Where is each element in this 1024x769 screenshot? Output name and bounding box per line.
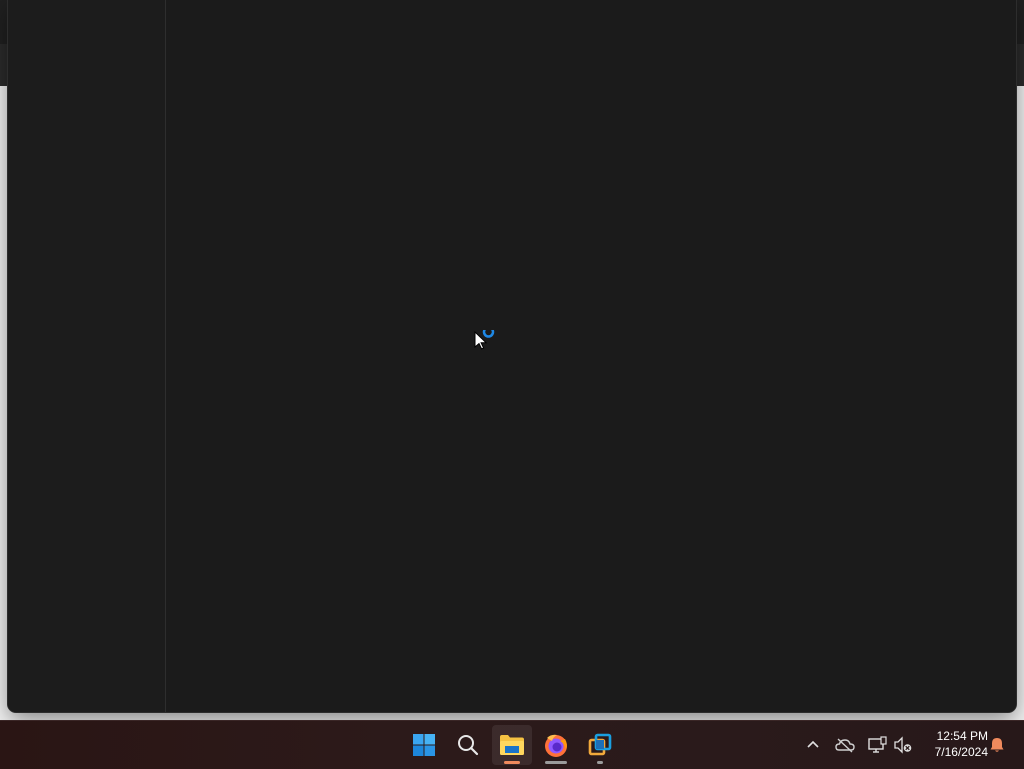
taskbar: 12:54 PM 7/16/2024 <box>0 720 1024 769</box>
virtualbox-icon <box>588 733 612 756</box>
search-icon <box>458 735 479 756</box>
firefox-taskbar-button[interactable] <box>536 725 576 765</box>
open-app-indicator <box>545 761 567 764</box>
file-explorer-window[interactable] <box>8 0 1016 712</box>
network-icon[interactable] <box>865 733 889 757</box>
search-button[interactable] <box>448 725 488 765</box>
content-pane[interactable] <box>166 0 1016 712</box>
firefox-icon <box>545 734 567 757</box>
desktop <box>0 0 1024 720</box>
active-app-indicator <box>504 761 520 764</box>
system-clock[interactable]: 12:54 PM 7/16/2024 <box>918 728 988 760</box>
open-app-indicator <box>597 761 603 764</box>
clock-time: 12:54 PM <box>936 729 988 743</box>
folder-icon <box>500 735 524 755</box>
virtualbox-taskbar-button[interactable] <box>580 725 620 765</box>
show-hidden-icons-chevron-up-icon[interactable] <box>801 733 825 757</box>
notification-bell-icon[interactable] <box>985 733 1009 757</box>
windows-logo-icon <box>413 734 435 756</box>
start-button[interactable] <box>404 725 444 765</box>
onedrive-offline-cloud-icon[interactable] <box>833 733 857 757</box>
volume-muted-icon[interactable] <box>891 733 915 757</box>
busy-cursor-icon <box>474 326 498 354</box>
file-explorer-taskbar-button[interactable] <box>492 725 532 765</box>
clock-date: 7/16/2024 <box>934 745 988 759</box>
navigation-pane[interactable] <box>8 0 166 712</box>
